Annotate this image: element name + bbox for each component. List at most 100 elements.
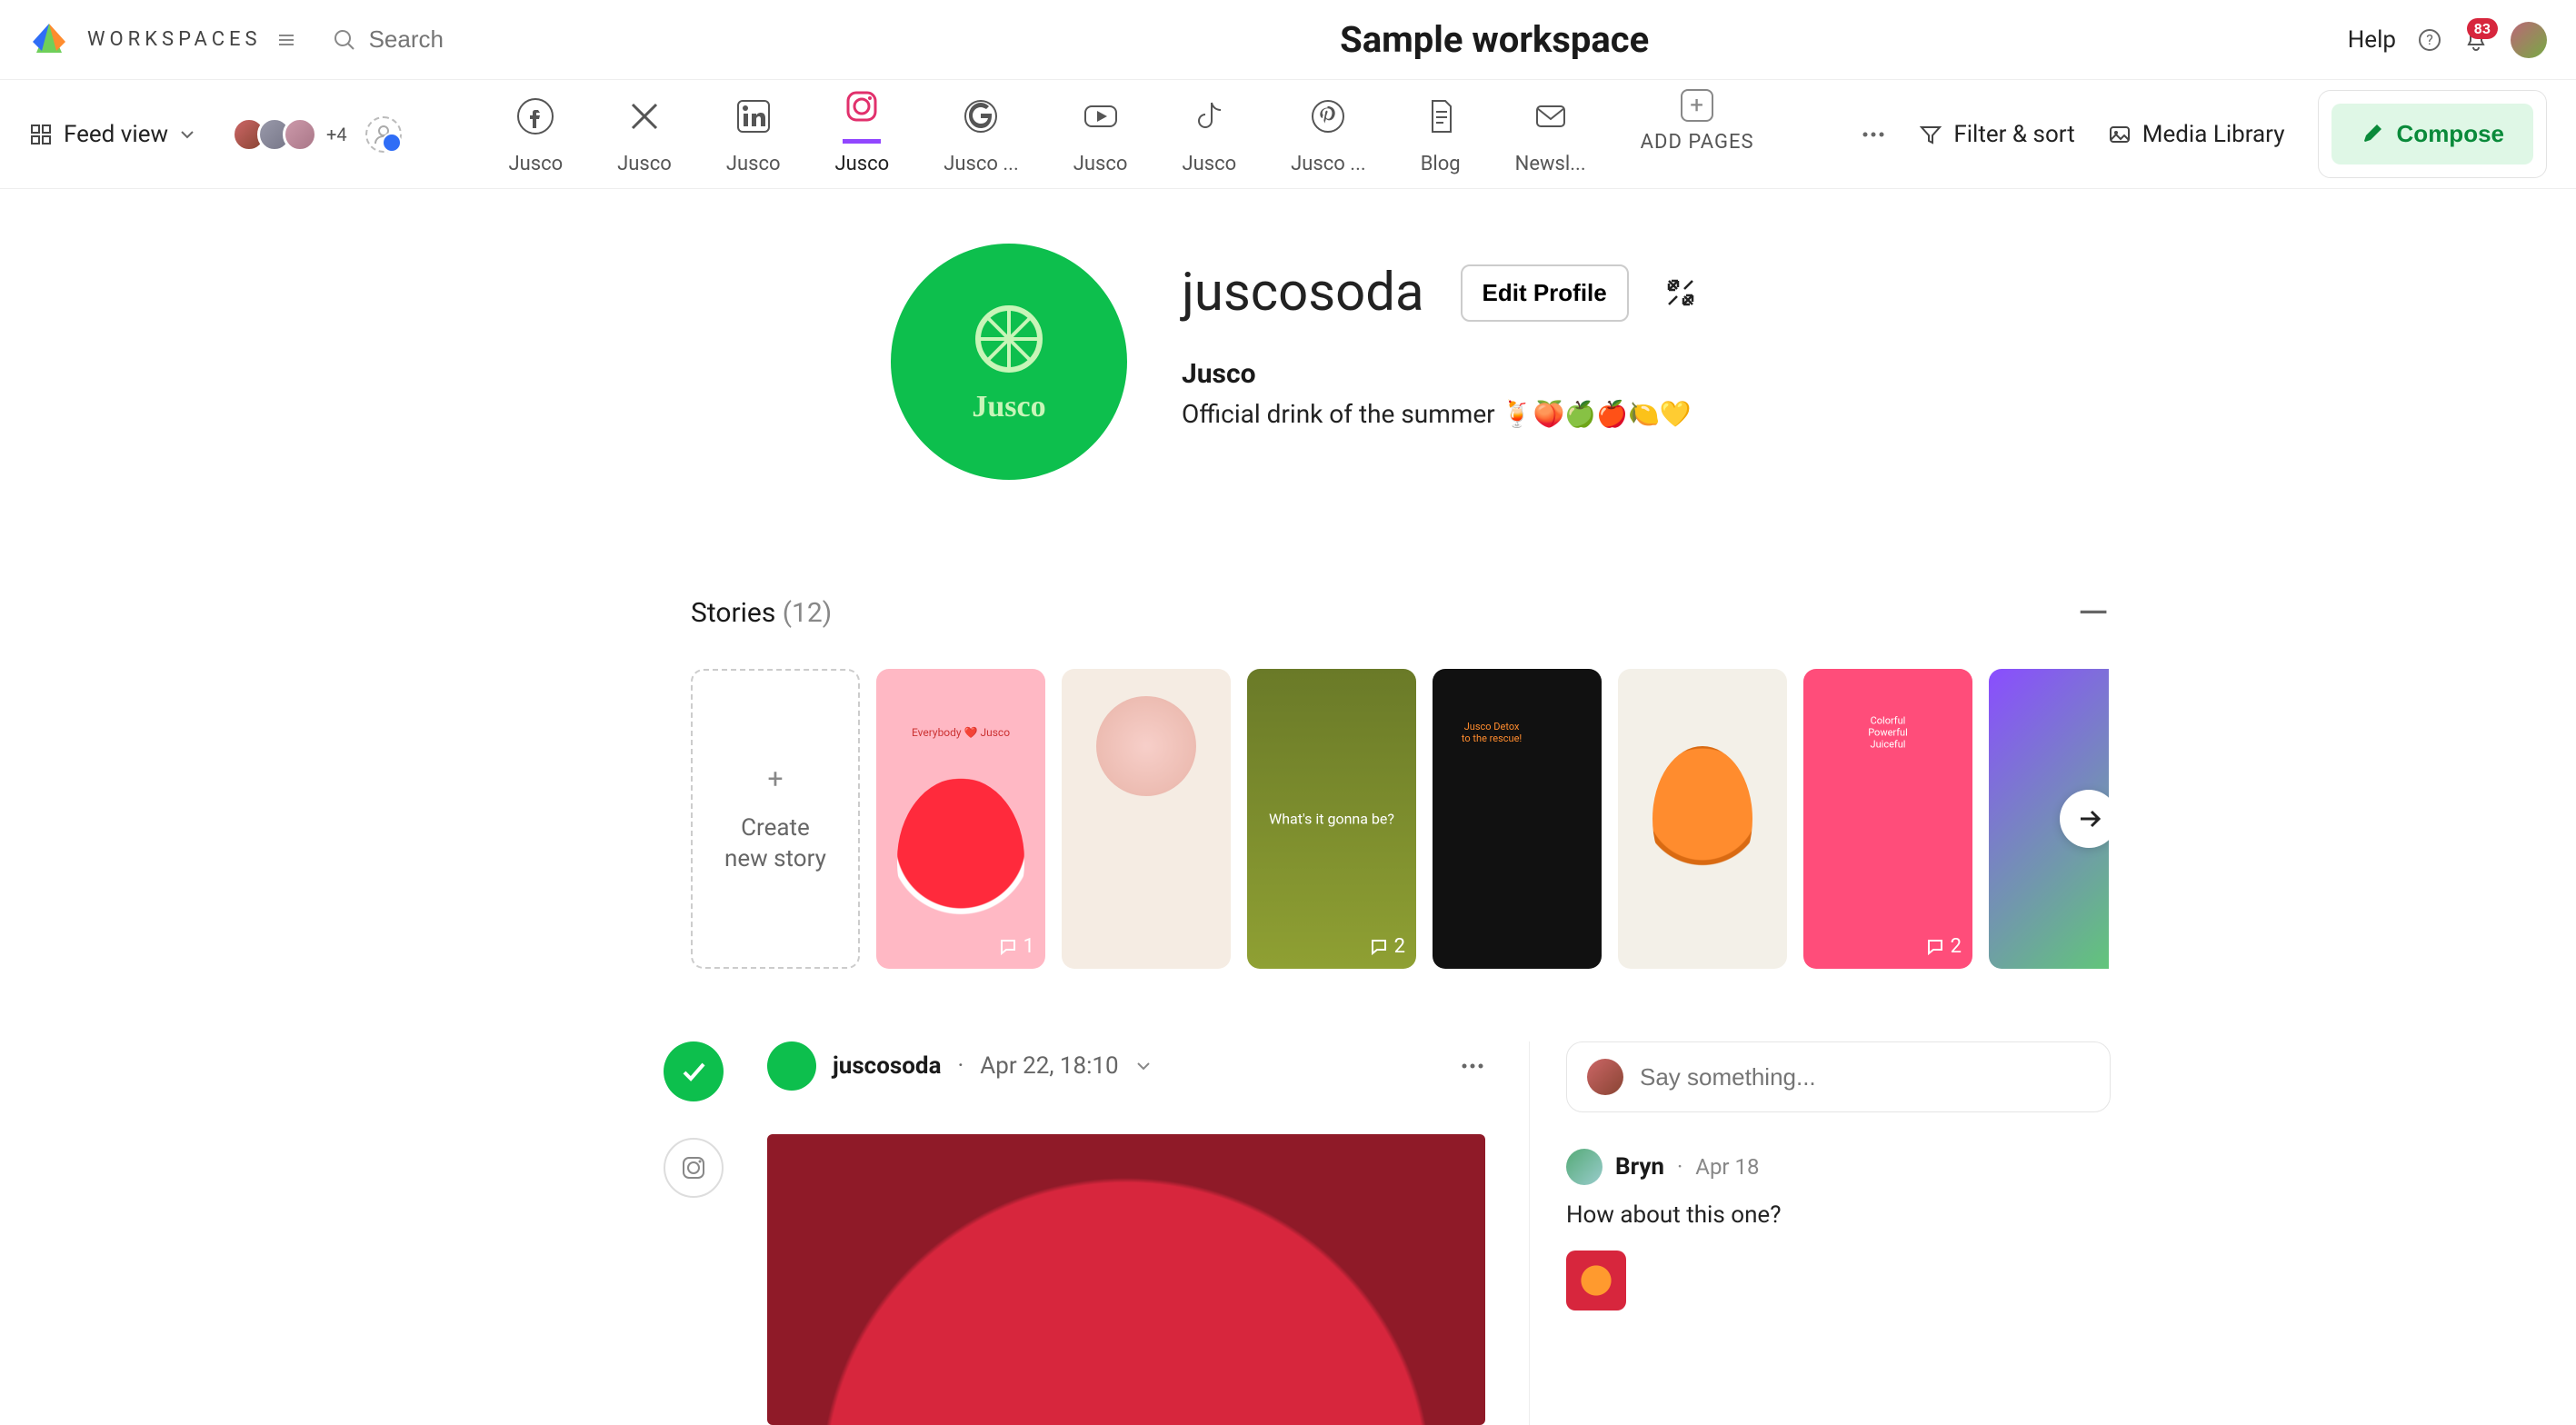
post-time[interactable]: Apr 22, 18:10 <box>980 1052 1118 1080</box>
post-image[interactable] <box>767 1134 1485 1425</box>
post: juscosoda · Apr 22, 18:10 Bryn · Apr 18 … <box>664 1041 2576 1425</box>
filter-icon <box>1919 123 1942 146</box>
story-item[interactable]: What's it gonna be? 2 <box>1247 669 1416 969</box>
comment-icon <box>1925 937 1945 957</box>
avatar <box>283 117 317 152</box>
channel-instagram[interactable]: Jusco <box>835 89 890 179</box>
channel-tiktok[interactable]: Jusco <box>1182 89 1236 179</box>
notifications-button[interactable]: 83 <box>2463 27 2489 53</box>
search-icon[interactable] <box>333 28 356 52</box>
google-icon <box>962 97 1000 135</box>
comment-icon <box>998 937 1018 957</box>
more-options-button[interactable] <box>1861 122 1886 147</box>
comments-panel: Bryn · Apr 18 How about this one? <box>1529 1041 2111 1425</box>
instagram-badge <box>664 1138 724 1198</box>
search-input[interactable] <box>369 25 642 54</box>
story-item[interactable]: Jusco Detox to the rescue! <box>1433 669 1602 969</box>
profile-header: Jusco juscosoda Edit Profile Jusco Offic… <box>891 244 2576 480</box>
notification-count-badge: 83 <box>2467 18 2498 39</box>
collaborator-avatars[interactable]: +4 <box>232 117 347 152</box>
filter-sort-button[interactable]: Filter & sort <box>1919 121 2074 148</box>
profile-avatar: Jusco <box>891 244 1127 480</box>
approve-button[interactable] <box>664 1041 724 1101</box>
plus-icon: + <box>767 763 783 795</box>
document-icon <box>1422 97 1460 135</box>
story-caption: Everybody ❤️ Jusco <box>912 726 1010 739</box>
add-user-button[interactable] <box>365 116 402 153</box>
story-comment-badge: 2 <box>1369 935 1405 958</box>
story-comment-badge: 2 <box>1925 935 1962 958</box>
story-caption: What's it gonna be? <box>1269 811 1394 828</box>
instagram-icon <box>680 1154 707 1181</box>
compose-button[interactable]: Compose <box>2331 104 2533 164</box>
post-time-sep: · <box>958 1052 964 1080</box>
story-comment-badge: 1 <box>998 935 1034 958</box>
channel-blog[interactable]: Blog <box>1421 89 1461 179</box>
pencil-icon <box>2361 123 2384 146</box>
youtube-icon <box>1082 97 1120 135</box>
check-icon <box>680 1058 707 1085</box>
channel-pinterest[interactable]: Jusco ... <box>1291 89 1366 179</box>
comment-date: Apr 18 <box>1695 1154 1759 1180</box>
workspaces-menu-icon[interactable] <box>276 30 296 50</box>
profile-handle: juscosoda <box>1182 262 1424 324</box>
avatar-overflow: +4 <box>326 124 347 145</box>
profile-bio: Official drink of the summer 🍹🍑🍏🍎🍋💛 <box>1182 399 1696 429</box>
post-more-button[interactable] <box>1460 1053 1485 1079</box>
post-author-avatar <box>767 1041 816 1091</box>
workspace-title: Sample workspace <box>642 18 2348 61</box>
feed-view-label: Feed view <box>64 121 168 148</box>
channel-facebook[interactable]: Jusco <box>508 89 563 179</box>
channel-tabs: Jusco Jusco Jusco Jusco Jusco ... Jusco … <box>402 89 1862 179</box>
current-user-avatar <box>1587 1059 1623 1095</box>
image-icon <box>2108 123 2132 146</box>
story-caption: Colorful Powerful Juiceful <box>1868 715 1908 751</box>
help-link[interactable]: Help <box>2348 26 2396 54</box>
comment-attachment[interactable] <box>1566 1251 1626 1310</box>
toolbar: Feed view +4 Jusco Jusco Jusco Jusco Jus… <box>0 80 2576 189</box>
help-icon[interactable]: ? <box>2418 28 2441 52</box>
add-pages-button[interactable]: + ADD PAGES <box>1641 89 1754 179</box>
story-item[interactable] <box>1062 669 1231 969</box>
linkedin-icon <box>734 97 773 135</box>
create-story-button[interactable]: + Create new story <box>691 669 860 969</box>
stories-section: Stories (12) — + Create new story Everyb… <box>691 589 2576 969</box>
plus-icon: + <box>1681 89 1713 122</box>
story-item[interactable]: Colorful Powerful Juiceful 2 <box>1803 669 1972 969</box>
workspaces-label: WORKSPACES <box>87 28 262 51</box>
comment-author: Bryn <box>1615 1153 1664 1181</box>
stories-count: (12) <box>783 597 832 629</box>
chevron-down-icon[interactable] <box>1135 1058 1152 1074</box>
x-icon <box>625 97 664 135</box>
edit-profile-button[interactable]: Edit Profile <box>1461 264 1629 322</box>
post-author-handle: juscosoda <box>833 1052 942 1080</box>
channel-google[interactable]: Jusco ... <box>944 89 1019 179</box>
channel-newsletter[interactable]: Newsl... <box>1515 89 1586 179</box>
comment-input[interactable] <box>1640 1063 2090 1091</box>
story-item[interactable] <box>1618 669 1787 969</box>
instagram-icon <box>843 87 881 125</box>
channel-x[interactable]: Jusco <box>617 89 672 179</box>
feed-view-dropdown[interactable]: Feed view <box>29 121 195 148</box>
story-caption: Jusco Detox to the rescue! <box>1462 721 1522 744</box>
comment-icon <box>1369 937 1389 957</box>
channel-youtube[interactable]: Jusco <box>1073 89 1128 179</box>
comment-body: How about this one? <box>1566 1201 2111 1229</box>
profile-name: Jusco <box>1182 358 1696 390</box>
stories-title: Stories <box>691 597 775 629</box>
story-item[interactable]: Everybody ❤️ Jusco 1 <box>876 669 1045 969</box>
pinterest-icon <box>1309 97 1347 135</box>
facebook-icon <box>516 97 554 135</box>
collapse-icon[interactable] <box>1665 277 1696 308</box>
comment: Bryn · Apr 18 How about this one? <box>1566 1149 2111 1310</box>
commenter-avatar <box>1566 1149 1603 1185</box>
tiktok-icon <box>1190 97 1228 135</box>
channel-linkedin[interactable]: Jusco <box>726 89 781 179</box>
chevron-down-icon <box>179 126 195 143</box>
user-avatar[interactable] <box>2511 22 2547 58</box>
stories-collapse-button[interactable]: — <box>2078 589 2109 636</box>
create-story-label: Create new story <box>724 813 826 875</box>
media-library-button[interactable]: Media Library <box>2108 121 2285 148</box>
comment-sep: · <box>1677 1154 1682 1180</box>
svg-text:Jusco: Jusco <box>972 390 1045 424</box>
